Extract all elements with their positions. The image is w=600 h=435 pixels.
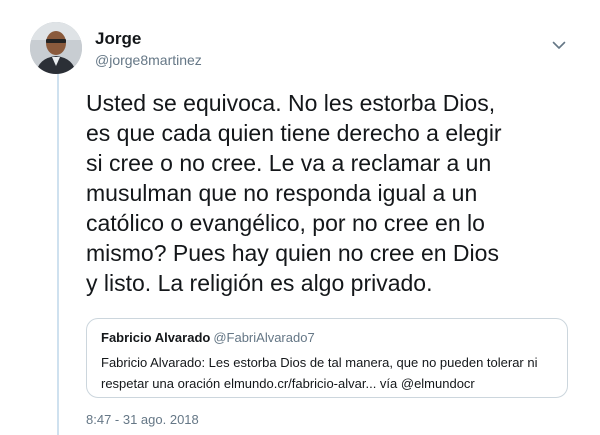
thread-line bbox=[57, 70, 59, 435]
quoted-tweet-header: Fabricio Alvarado @FabriAlvarado7 bbox=[101, 330, 553, 346]
quoted-author-name: Fabricio Alvarado bbox=[101, 330, 211, 345]
quoted-tweet-text: Fabricio Alvarado: Les estorba Dios de t… bbox=[101, 355, 538, 391]
tweet-timestamp[interactable]: 8:47 - 31 ago. 2018 bbox=[86, 412, 199, 427]
chevron-down-icon bbox=[552, 41, 566, 49]
tweet-menu-button[interactable] bbox=[549, 38, 569, 52]
avatar[interactable] bbox=[30, 22, 82, 74]
quoted-author-handle: @FabriAlvarado7 bbox=[213, 330, 315, 345]
author-handle[interactable]: @jorge8martinez bbox=[95, 52, 202, 68]
quoted-tweet[interactable]: Fabricio Alvarado @FabriAlvarado7 Fabrici… bbox=[86, 318, 568, 398]
author-display-name[interactable]: Jorge bbox=[95, 29, 141, 49]
tweet-text: Usted se equivoca. No les estorba Dios, … bbox=[86, 90, 502, 296]
avatar-image bbox=[30, 22, 82, 74]
